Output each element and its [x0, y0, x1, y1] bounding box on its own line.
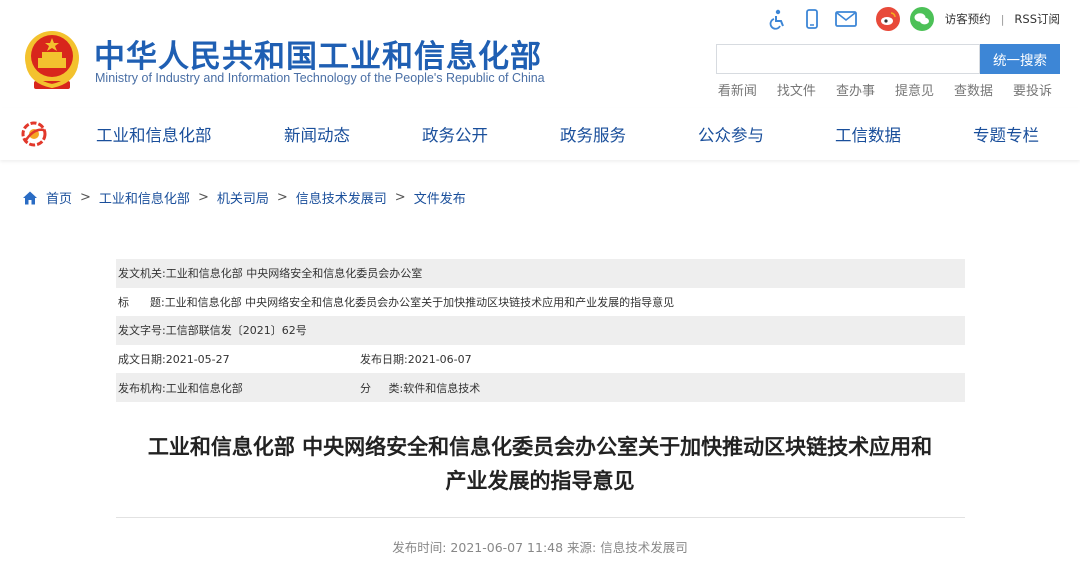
search-input[interactable]: [716, 44, 980, 74]
publication-info: 发布时间: 2021-06-07 11:48 来源: 信息技术发展司: [0, 537, 1080, 556]
article-title-line-1: 工业和信息化部 中央网络安全和信息化委员会办公室关于加快推动区块链技术应用和: [147, 435, 933, 459]
meta-row-issuer: 发文机关: 工业和信息化部 中央网络安全和信息化委员会办公室: [116, 259, 965, 288]
nav-item-gov-services[interactable]: 政务服务: [560, 122, 626, 146]
breadcrumb-file-release[interactable]: 文件发布: [414, 188, 466, 207]
document-metadata-table: 发文机关: 工业和信息化部 中央网络安全和信息化委员会办公室 标 题: 工业和信…: [116, 259, 965, 402]
national-emblem-icon[interactable]: [22, 26, 82, 92]
meta-created-cell: 成文日期: 2021-05-27: [116, 351, 358, 367]
breadcrumb: 首页 > 工业和信息化部 > 机关司局 > 信息技术发展司 > 文件发布: [22, 188, 466, 207]
meta-row-org: 发布机构: 工业和信息化部 分 类: 软件和信息技术: [116, 373, 965, 402]
meta-category-cell: 分 类: 软件和信息技术: [358, 380, 480, 396]
quick-link-complaints[interactable]: 要投诉: [1013, 80, 1052, 99]
meta-org-cell: 发布机构: 工业和信息化部: [116, 380, 358, 396]
meta-category-label: 分 类:: [360, 381, 404, 395]
breadcrumb-departments[interactable]: 机关司局: [217, 188, 269, 207]
mail-icon[interactable]: [833, 6, 859, 32]
breadcrumb-separator: >: [80, 190, 91, 205]
nav-item-data[interactable]: 工信数据: [835, 122, 901, 146]
mobile-icon[interactable]: [799, 6, 825, 32]
meta-row-title: 标 题: 工业和信息化部 中央网络安全和信息化委员会办公室关于加快推动区块链技术…: [116, 288, 965, 317]
meta-published-cell: 发布日期: 2021-06-07: [358, 351, 472, 367]
pub-time-label: 发布时间:: [392, 540, 447, 555]
site-header: 中华人民共和国工业和信息化部 Ministry of Industry and …: [0, 0, 1080, 108]
quick-link-data[interactable]: 查数据: [954, 80, 993, 99]
meta-org-label: 发布机构:: [118, 381, 166, 395]
meta-category-value: 软件和信息技术: [403, 381, 481, 395]
quick-links: 看新闻 找文件 查办事 提意见 查数据 要投诉: [698, 80, 1052, 99]
source-value: 信息技术发展司: [600, 540, 688, 555]
meta-row-docno: 发文字号: 工信部联信发〔2021〕62号: [116, 316, 965, 345]
tool-separator: |: [1000, 12, 1005, 26]
meta-created-value: 2021-05-27: [165, 352, 230, 366]
wechat-icon[interactable]: [909, 6, 935, 32]
meta-org-value: 工业和信息化部: [165, 381, 243, 395]
article-title-line-2: 产业发展的指导意见: [445, 469, 635, 493]
quick-link-suggestions[interactable]: 提意见: [895, 80, 934, 99]
meta-issuer-label: 发文机关:: [118, 267, 166, 281]
source-label: 来源:: [567, 540, 597, 555]
home-icon[interactable]: [22, 190, 38, 206]
breadcrumb-separator: >: [276, 190, 288, 205]
pub-time-value: 2021-06-07 11:48: [450, 540, 564, 555]
article-title: 工业和信息化部 中央网络安全和信息化委员会办公室关于加快推动区块链技术应用和 产…: [100, 430, 980, 498]
quick-link-news[interactable]: 看新闻: [718, 80, 757, 99]
meta-issuer-value: 工业和信息化部 中央网络安全和信息化委员会办公室: [165, 267, 423, 281]
title-divider: [116, 517, 965, 518]
meta-row-dates: 成文日期: 2021-05-27 发布日期: 2021-06-07: [116, 345, 965, 374]
search-button[interactable]: 统一搜索: [980, 44, 1060, 74]
meta-docno-value: 工信部联信发〔2021〕62号: [165, 324, 307, 338]
breadcrumb-home[interactable]: 首页: [46, 188, 72, 207]
meta-published-value: 2021-06-07: [407, 352, 472, 366]
site-title[interactable]: 中华人民共和国工业和信息化部: [94, 31, 542, 76]
visitor-appointment-link[interactable]: 访客预约: [945, 11, 991, 27]
meta-created-label: 成文日期:: [118, 353, 166, 367]
breadcrumb-it-dept[interactable]: 信息技术发展司: [296, 188, 387, 207]
rss-link[interactable]: RSS订阅: [1014, 11, 1060, 27]
top-tools: 访客预约 | RSS订阅: [757, 6, 1060, 32]
meta-title-label: 标 题:: [118, 295, 165, 309]
quick-link-services[interactable]: 查办事: [836, 80, 875, 99]
main-nav: 工业和信息化部 新闻动态 政务公开 政务服务 公众参与 工信数据 专题专栏: [0, 108, 1080, 160]
accessibility-icon[interactable]: [765, 6, 791, 32]
meta-published-label: 发布日期:: [360, 353, 408, 367]
ministry-logo-icon[interactable]: [20, 120, 48, 148]
nav-item-gov-affairs[interactable]: 政务公开: [422, 122, 488, 146]
quick-link-files[interactable]: 找文件: [777, 80, 816, 99]
breadcrumb-separator: >: [197, 190, 209, 205]
nav-item-news[interactable]: 新闻动态: [284, 122, 350, 146]
breadcrumb-ministry[interactable]: 工业和信息化部: [99, 188, 190, 207]
meta-title-value: 工业和信息化部 中央网络安全和信息化委员会办公室关于加快推动区块链技术应用和产业…: [164, 295, 675, 309]
nav-item-participation[interactable]: 公众参与: [698, 122, 764, 146]
breadcrumb-separator: >: [394, 190, 406, 205]
nav-item-topics[interactable]: 专题专栏: [973, 122, 1039, 146]
meta-docno-label: 发文字号:: [118, 324, 166, 338]
site-subtitle: Ministry of Industry and Information Tec…: [95, 71, 545, 85]
weibo-icon[interactable]: [875, 6, 901, 32]
nav-item-ministry[interactable]: 工业和信息化部: [96, 122, 212, 146]
